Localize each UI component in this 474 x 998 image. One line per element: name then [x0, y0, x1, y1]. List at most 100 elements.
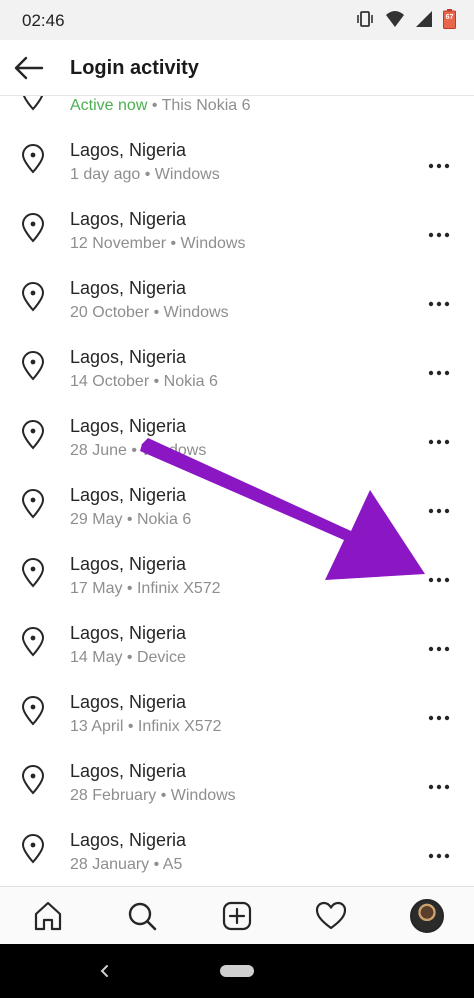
- bottom-navigation: [0, 886, 474, 944]
- login-date: 28 January: [70, 856, 150, 873]
- login-meta: 29 May • Nokia 6: [70, 511, 191, 529]
- login-entry-row[interactable]: Lagos, Nigeria 13 April • Infinix X572: [0, 683, 474, 752]
- current-session-row[interactable]: Active now • This Nokia 6: [0, 96, 474, 130]
- more-horizontal-icon[interactable]: [426, 363, 452, 383]
- active-now-label: Active now: [70, 97, 148, 114]
- more-horizontal-icon[interactable]: [426, 156, 452, 176]
- location-pin-icon: [21, 489, 45, 519]
- app-bar: Login activity: [0, 40, 474, 96]
- meta-separator: •: [123, 718, 138, 735]
- meta-separator: •: [122, 649, 137, 666]
- login-meta: 1 day ago • Windows: [70, 166, 220, 184]
- login-date: 29 May: [70, 511, 123, 528]
- current-device: This Nokia 6: [161, 97, 251, 114]
- more-horizontal-icon[interactable]: [426, 501, 452, 521]
- login-location: Lagos, Nigeria: [70, 554, 187, 574]
- login-entry-row[interactable]: Lagos, Nigeria 1 day ago • Windows: [0, 131, 474, 200]
- more-horizontal-icon[interactable]: [426, 846, 452, 866]
- login-entry-row[interactable]: Lagos, Nigeria 12 November • Windows: [0, 200, 474, 269]
- system-navigation-bar: [0, 944, 474, 998]
- login-date: 28 February: [70, 787, 157, 804]
- login-meta: 28 June • Windows: [70, 442, 206, 460]
- login-entry-row[interactable]: Lagos, Nigeria 28 June • Windows: [0, 407, 474, 476]
- login-location: Lagos, Nigeria: [70, 209, 187, 229]
- login-device: Windows: [154, 166, 220, 183]
- status-bar: 02:46 67: [0, 0, 474, 40]
- avatar[interactable]: [410, 899, 444, 933]
- login-location: Lagos, Nigeria: [70, 692, 187, 712]
- meta-separator: •: [149, 373, 164, 390]
- wifi-icon: [386, 11, 404, 27]
- login-date: 17 May: [70, 580, 123, 597]
- more-horizontal-icon[interactable]: [426, 225, 452, 245]
- location-pin-icon: [22, 96, 44, 111]
- meta-separator: •: [140, 166, 155, 183]
- meta-separator: •: [126, 442, 142, 459]
- more-horizontal-icon[interactable]: [426, 570, 452, 590]
- home-icon[interactable]: [31, 899, 65, 933]
- signal-icon: [416, 11, 432, 27]
- location-pin-icon: [21, 213, 45, 243]
- more-horizontal-icon[interactable]: [426, 294, 452, 314]
- login-meta: 12 November • Windows: [70, 235, 245, 253]
- arrow-left-icon[interactable]: [12, 52, 46, 84]
- status-time: 02:46: [22, 11, 65, 30]
- login-entry-row[interactable]: Lagos, Nigeria 17 May • Infinix X572: [0, 545, 474, 614]
- login-device: A5: [162, 856, 183, 873]
- login-activity-list: Active now • This Nokia 6 Lagos, Nigeria…: [0, 96, 474, 886]
- login-meta: 14 May • Device: [70, 649, 186, 667]
- location-pin-icon: [21, 420, 45, 450]
- more-horizontal-icon[interactable]: [426, 708, 452, 728]
- more-horizontal-icon[interactable]: [426, 777, 452, 797]
- login-location: Lagos, Nigeria: [70, 140, 187, 160]
- login-entry-row[interactable]: Lagos, Nigeria 28 January • A5: [0, 821, 474, 886]
- search-icon[interactable]: [125, 899, 159, 933]
- meta-separator: •: [156, 787, 171, 804]
- more-horizontal-icon[interactable]: [426, 432, 452, 452]
- login-location: Lagos, Nigeria: [70, 416, 187, 436]
- login-date: 13 April: [70, 718, 124, 735]
- add-post-icon[interactable]: [220, 899, 254, 933]
- login-location: Lagos, Nigeria: [70, 830, 187, 850]
- login-entry-row[interactable]: Lagos, Nigeria 14 May • Device: [0, 614, 474, 683]
- login-location: Lagos, Nigeria: [70, 347, 187, 367]
- login-meta: 28 February • Windows: [70, 787, 236, 805]
- system-home-pill[interactable]: [220, 965, 254, 977]
- meta-separator: •: [149, 856, 163, 873]
- login-device: Infinix X572: [136, 580, 221, 597]
- login-meta: 17 May • Infinix X572: [70, 580, 221, 598]
- login-device: Nokia 6: [136, 511, 192, 528]
- login-date: 28 June: [70, 442, 127, 459]
- login-device: Windows: [180, 235, 246, 252]
- heart-icon[interactable]: [314, 899, 348, 933]
- login-device: Device: [136, 649, 186, 666]
- location-pin-icon: [21, 351, 45, 381]
- login-entry-row[interactable]: Lagos, Nigeria 29 May • Nokia 6: [0, 476, 474, 545]
- login-location: Lagos, Nigeria: [70, 278, 187, 298]
- login-meta: 28 January • A5: [70, 856, 182, 874]
- location-pin-icon: [21, 765, 45, 795]
- more-horizontal-icon[interactable]: [426, 639, 452, 659]
- login-date: 14 October: [70, 373, 150, 390]
- vibrate-icon: [357, 11, 373, 27]
- login-device: Windows: [163, 304, 229, 321]
- login-entry-row[interactable]: Lagos, Nigeria 20 October • Windows: [0, 269, 474, 338]
- battery-icon: 67: [443, 9, 456, 29]
- login-entry-row[interactable]: Lagos, Nigeria 14 October • Nokia 6: [0, 338, 474, 407]
- login-device: Nokia 6: [163, 373, 218, 390]
- login-date: 20 October: [70, 304, 150, 321]
- login-device: Windows: [141, 442, 207, 459]
- current-session-meta: Active now • This Nokia 6: [70, 97, 251, 115]
- login-meta: 13 April • Infinix X572: [70, 718, 221, 736]
- login-meta: 14 October • Nokia 6: [70, 373, 218, 391]
- status-icons: 67: [355, 9, 456, 29]
- meta-separator: •: [122, 580, 137, 597]
- login-device: Windows: [170, 787, 236, 804]
- system-back-icon[interactable]: [96, 962, 114, 980]
- location-pin-icon: [21, 558, 45, 588]
- login-device: Infinix X572: [137, 718, 222, 735]
- page-title: Login activity: [70, 57, 199, 79]
- login-date: 12 November: [70, 235, 167, 252]
- login-entry-row[interactable]: Lagos, Nigeria 28 February • Windows: [0, 752, 474, 821]
- login-location: Lagos, Nigeria: [70, 761, 187, 781]
